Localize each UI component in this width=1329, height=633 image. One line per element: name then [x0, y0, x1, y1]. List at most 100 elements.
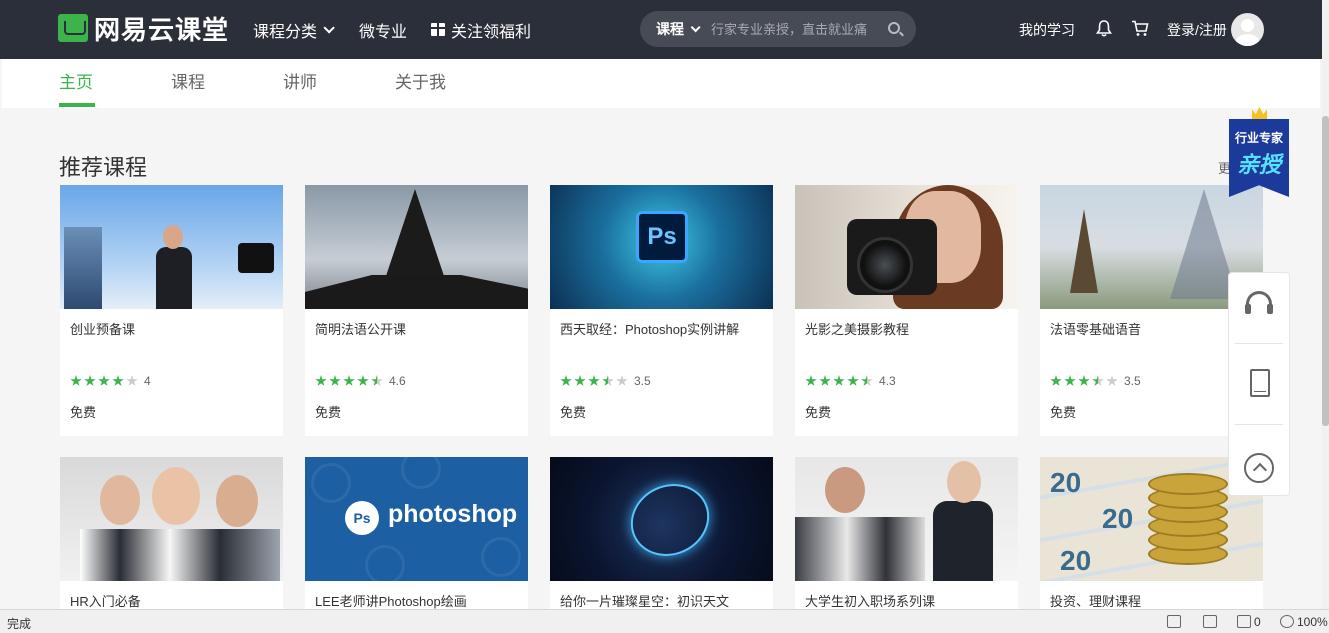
course-thumbnail[interactable]: Ps: [550, 185, 773, 309]
banknote-value: 20: [1060, 545, 1092, 576]
customer-service-button[interactable]: [1229, 273, 1289, 347]
crown-icon: [1252, 107, 1267, 119]
course-thumbnail[interactable]: [60, 185, 283, 309]
nav-micro-major[interactable]: 微专业: [359, 0, 407, 59]
rating-value: 4: [144, 374, 151, 388]
star-icon: [357, 375, 369, 386]
back-to-top-button[interactable]: [1229, 425, 1289, 499]
course-title[interactable]: LEE老师讲Photoshop绘画: [315, 591, 467, 610]
star-icon: [343, 375, 355, 386]
course-title[interactable]: 法语零基础语音: [1050, 319, 1141, 338]
profile-tabs: 主页 课程 讲师 关于我: [2, 59, 1320, 108]
course-card[interactable]: 简明法语公开课 4.6 免费: [305, 185, 528, 436]
rating-value: 3.5: [1124, 374, 1141, 388]
course-price: 免费: [70, 405, 97, 420]
promo-line1: 行业专家: [1234, 131, 1283, 145]
course-thumbnail[interactable]: [795, 457, 1018, 581]
cart-icon[interactable]: [1131, 20, 1149, 37]
course-card[interactable]: 给你一片璀璨星空：初识天文: [550, 457, 773, 617]
tab-about-me[interactable]: 关于我: [395, 68, 446, 93]
bell-icon[interactable]: [1096, 20, 1112, 37]
page-scrollbar[interactable]: [1322, 0, 1329, 609]
site-logo[interactable]: 网易云课堂: [58, 13, 229, 45]
course-title[interactable]: 大学生初入职场系列课: [805, 591, 935, 610]
course-thumbnail[interactable]: [795, 185, 1018, 309]
course-rating: 4.6: [315, 374, 406, 388]
chevron-down-icon: [690, 21, 701, 32]
tab-lecturers[interactable]: 讲师: [283, 68, 317, 93]
nav-course-category[interactable]: 课程分类: [253, 0, 335, 59]
course-title[interactable]: 西天取经：Photoshop实例讲解: [560, 319, 739, 338]
course-thumbnail[interactable]: [60, 457, 283, 581]
course-thumbnail[interactable]: Ps photoshop: [305, 457, 528, 581]
course-rating: 4.3: [805, 374, 896, 388]
my-study-link[interactable]: 我的学习: [1019, 20, 1075, 40]
login-register-link[interactable]: 登录/注册: [1167, 20, 1227, 40]
course-card[interactable]: 大学生初入职场系列课: [795, 457, 1018, 617]
browser-status-bar: 完成 0 100%: [0, 609, 1329, 633]
star-icon: [329, 375, 341, 386]
course-title[interactable]: 简明法语公开课: [315, 319, 406, 338]
rating-value: 3.5: [634, 374, 651, 388]
star-icon: [315, 375, 327, 386]
status-text: 完成: [7, 617, 32, 631]
search-scope-label: 课程: [656, 21, 684, 37]
star-icon: [1106, 375, 1118, 386]
divider: [1235, 343, 1283, 344]
star-icon: [126, 375, 138, 386]
course-rating: 3.5: [1050, 374, 1141, 388]
star-icon: [1078, 375, 1090, 386]
top-header: 网易云课堂 课程分类 微专业 关注领福利 课程 我的学习: [0, 0, 1322, 59]
star-icon: [805, 375, 817, 386]
course-title[interactable]: 创业预备课: [70, 319, 135, 338]
chevron-down-icon: [323, 21, 335, 34]
course-title[interactable]: 给你一片璀璨星空：初识天文: [560, 591, 729, 610]
promo-line2: 亲授: [1236, 152, 1281, 177]
search-icon[interactable]: [888, 22, 900, 34]
tab-courses[interactable]: 课程: [171, 68, 205, 93]
rating-value: 4.3: [879, 374, 896, 388]
star-icon: [602, 375, 614, 386]
zoom-level[interactable]: 100%: [1297, 615, 1328, 629]
star-icon: [616, 375, 628, 386]
course-title[interactable]: 投资、理财课程: [1050, 591, 1141, 610]
star-icon: [112, 375, 124, 386]
speaker-icon[interactable]: [1167, 615, 1181, 628]
mobile-app-button[interactable]: [1229, 345, 1289, 419]
star-icon: [833, 375, 845, 386]
nav-course-category-label: 课程分类: [253, 23, 318, 41]
search-scope-dropdown[interactable]: 课程: [656, 19, 701, 39]
nav-follow-gift[interactable]: 关注领福利: [431, 0, 531, 59]
headset-icon: [1245, 291, 1273, 314]
avatar[interactable]: [1231, 13, 1264, 46]
star-icon: [588, 375, 600, 386]
scrollbar-thumb[interactable]: [1322, 116, 1329, 426]
star-icon: [371, 375, 383, 386]
course-card[interactable]: Ps 西天取经：Photoshop实例讲解 3.5 免费: [550, 185, 773, 436]
course-thumbnail[interactable]: [305, 185, 528, 309]
tab-home[interactable]: 主页: [59, 68, 93, 93]
star-icon: [574, 375, 586, 386]
banknote-value: 20: [1050, 467, 1082, 498]
rating-value: 4.6: [389, 374, 406, 388]
star-icon: [560, 375, 572, 386]
course-title[interactable]: 光影之美摄影教程: [805, 319, 909, 338]
course-card[interactable]: HR入门必备: [60, 457, 283, 617]
course-card[interactable]: 光影之美摄影教程 4.3 免费: [795, 185, 1018, 436]
download-icon[interactable]: [1203, 615, 1217, 628]
search-input[interactable]: [711, 21, 883, 37]
course-card[interactable]: Ps photoshop LEE老师讲Photoshop绘画: [305, 457, 528, 617]
side-toolbar: [1228, 272, 1290, 496]
star-icon: [1092, 375, 1104, 386]
adblock-icon[interactable]: [1237, 615, 1251, 628]
zoom-icon[interactable]: [1280, 615, 1294, 628]
photoshop-wordmark: photoshop: [388, 500, 518, 528]
star-icon: [1064, 375, 1076, 386]
course-thumbnail[interactable]: [550, 457, 773, 581]
course-card[interactable]: 创业预备课 4 免费: [60, 185, 283, 436]
section-title: 推荐课程: [59, 155, 148, 180]
star-icon: [84, 375, 96, 386]
course-title[interactable]: HR入门必备: [70, 591, 141, 610]
star-icon: [861, 375, 873, 386]
expert-promo-badge[interactable]: 行业专家 亲授: [1229, 107, 1289, 197]
